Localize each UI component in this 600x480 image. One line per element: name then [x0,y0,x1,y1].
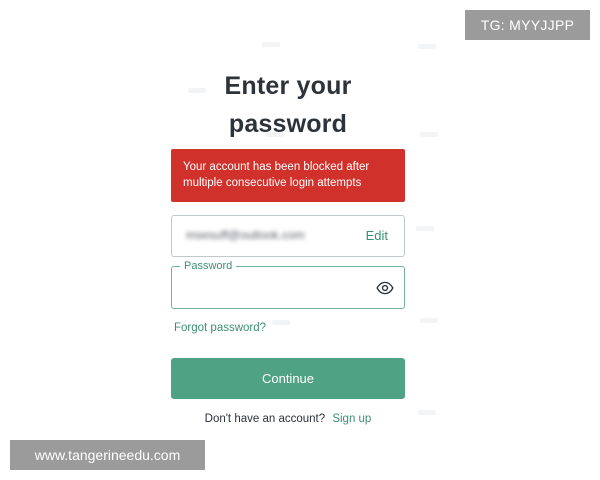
password-input[interactable] [182,278,362,298]
tg-label: TG: MYYJJPP [480,17,575,33]
signup-row: Don't have an account? Sign up [0,413,576,425]
email-value: msesuff@outlook.com [186,228,305,242]
watermark-mark [416,226,434,231]
eye-icon[interactable] [376,279,394,297]
forgot-password-link[interactable]: Forgot password? [174,322,266,334]
account-blocked-alert: Your account has been blocked after mult… [171,149,405,202]
watermark-mark [262,42,280,47]
error-message: Your account has been blocked after mult… [183,161,370,189]
edit-email-button[interactable]: Edit [366,228,388,243]
page-title: Enter your password [0,67,576,143]
watermark-mark [418,44,436,49]
password-field[interactable]: Password [171,259,405,309]
tg-watermark-badge: TG: MYYJJPP [465,10,590,40]
site-label: www.tangerineedu.com [34,447,181,463]
signup-prompt: Don't have an account? [204,413,326,425]
sign-up-link[interactable]: Sign up [332,413,371,425]
continue-button[interactable]: Continue [171,358,405,399]
page-title-line-1: Enter your [224,71,352,100]
site-watermark-badge: www.tangerineedu.com [10,440,205,470]
password-label: Password [180,259,237,273]
email-readonly-field: msesuff@outlook.com Edit [171,215,405,257]
watermark-mark [420,318,438,323]
page-title-line-2: password [228,109,348,138]
watermark-mark [272,320,290,325]
password-login-page: Enter your password Your account has bee… [0,0,600,480]
